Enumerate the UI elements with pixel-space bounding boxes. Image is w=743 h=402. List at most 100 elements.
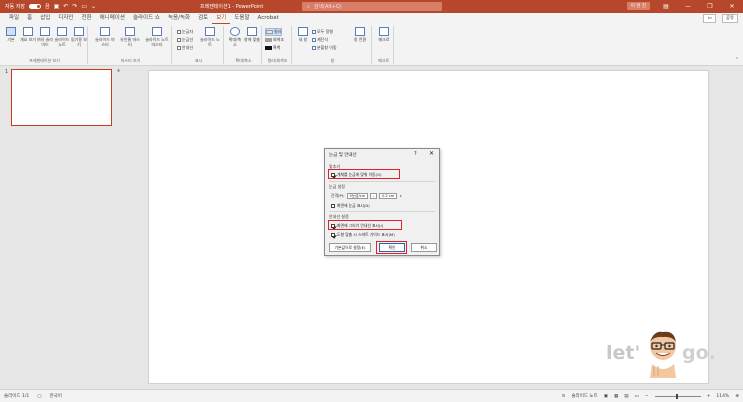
divider [329,211,435,212]
slides-pane: 1 ▲ [0,66,124,389]
spacing-select[interactable]: 5눈금/cm [346,193,369,199]
tab-design[interactable]: 디자인 [54,13,77,24]
guides-checkbox[interactable]: 안내선 [177,45,193,50]
tab-help[interactable]: 도움말 [230,13,253,24]
cascade-button[interactable]: 계단식 [312,37,328,42]
normal-view-button[interactable]: 기본 [3,27,19,42]
mascot-face-icon [650,331,676,378]
color-button[interactable]: 컬러 [265,28,283,36]
reading-view-status-icon[interactable]: ▤ [624,394,628,399]
search-box[interactable]: ⌕ 검색(Alt+Q) [302,2,442,11]
group-caption: 확대/축소 [235,58,252,63]
group-zoom: 확대/축소 창에 맞춤 확대/축소 [226,26,262,64]
share-button[interactable]: 공유 [721,14,738,23]
tab-file[interactable]: 파일 [5,13,23,24]
redo-icon[interactable]: ↷ [72,3,77,10]
spacing-dropdown-icon[interactable]: ⌄ [370,193,378,199]
tab-insert[interactable]: 삽입 [36,13,54,24]
help-icon[interactable]: ? [414,151,417,157]
smart-guides-option[interactable]: 도형 맞춤 시 스마트 가이드 표시(M) [331,232,395,238]
highlight-box [328,169,400,179]
handout-master-icon [125,27,135,36]
arrange-all-button[interactable]: 모두 정렬 [312,29,333,34]
undo-icon[interactable]: ↶ [63,3,68,10]
spacing-value-input[interactable]: 0.2 cm [379,193,398,199]
guides-check-box [177,45,181,50]
notes-master-icon [152,27,162,36]
group-caption: 창 [330,58,335,63]
scroll-up-icon[interactable]: ▲ [117,67,120,72]
save-icon[interactable]: ▣ [54,3,60,10]
collapse-ribbon-icon[interactable]: ⌃ [735,57,739,63]
zoom-in-icon[interactable]: + [707,394,711,399]
notes-status-icon[interactable]: ≡ [562,394,566,399]
close-window-icon[interactable]: ✕ [726,3,738,10]
accessibility-icon[interactable]: ▢ [37,394,41,399]
slide-count-status: 슬라이드 1/1 [4,394,30,399]
normal-view-status-icon[interactable]: ▣ [604,394,608,399]
sorter-view-status-icon[interactable]: ▦ [614,394,618,399]
reading-view-button[interactable]: 읽기용 보기 [71,27,87,47]
tab-view[interactable]: 보기 [212,14,231,24]
language-status[interactable]: 한국어 [50,393,62,399]
autosave-toggle[interactable] [29,4,41,9]
maximize-icon[interactable]: ❐ [704,3,716,10]
slide-sorter-button[interactable]: 여러 슬라이드 [37,27,53,47]
zoom-out-icon[interactable]: − [645,394,649,399]
spacing-row: 간격(P): 5눈금/cm ⌄ 0.2 cm ⇕ [331,193,402,199]
tab-review[interactable]: 검토 [194,13,212,24]
tab-home[interactable]: 홈 [23,13,36,24]
set-default-button[interactable]: 기본값으로 설정(E) [329,243,371,252]
group-presentation-views: 기본 개요 보기 여러 슬라이드 슬라이드 노트 읽기용 보기 프레젠테이션 보… [2,26,88,64]
grayscale-button[interactable]: 회색조 [265,37,284,43]
ruler-checkbox[interactable]: 눈금자 [177,29,193,34]
fit-to-window-button[interactable]: 창에 맞춤 [244,27,260,42]
slideshow-status-icon[interactable]: ▭ [635,394,639,399]
cascade-icon [312,37,316,42]
tab-acrobat[interactable]: Acrobat [254,13,283,24]
slide-master-button[interactable]: 슬라이드 마스터 [94,27,116,47]
slide-number: 1 [5,69,9,75]
new-window-button[interactable]: 새 창 [296,27,310,42]
ribbon-display-icon[interactable]: ▤ [660,3,672,10]
comments-button[interactable]: ▭ [703,14,716,23]
watermark-text-left: let' [606,342,641,364]
notes-toggle-button[interactable]: 슬라이드 노트 [200,27,220,47]
zoom-slider[interactable] [654,393,701,399]
close-icon[interactable]: ✕ [429,150,434,157]
zoom-level[interactable]: 114% [716,394,729,399]
slideshow-start-icon[interactable]: ▭ [81,3,87,10]
move-split-button[interactable]: 분할창 이동 [312,45,337,50]
minimize-icon[interactable]: — [682,3,694,10]
cancel-button[interactable]: 취소 [411,243,437,252]
handout-master-button[interactable]: 유인물 마스터 [119,27,141,47]
titlebar-right: 이 현 진 ▤ — ❐ ✕ [626,2,738,10]
show-grid-option[interactable]: 화면에 눈금 표시(D) [331,203,370,209]
divider [329,181,435,182]
gridlines-checkbox[interactable]: 눈금선 [177,37,193,42]
group-caption: 매크로 [377,58,390,63]
spinner-icon[interactable]: ⇕ [399,194,402,198]
tab-transitions[interactable]: 전환 [78,13,96,24]
window-title: 프레젠테이션1 - PowerPoint [200,4,264,10]
notes-page-button[interactable]: 슬라이드 노트 [54,27,70,47]
grid-section-label: 눈금 설정 [329,184,345,189]
outline-view-button[interactable]: 개요 보기 [20,27,36,42]
highlight-box [376,241,407,254]
fit-slide-icon[interactable]: ⊕ [735,394,739,399]
notes-master-button[interactable]: 슬라이드 노트 마스터 [144,27,170,47]
group-caption: 표시 [194,58,203,63]
customize-qat-icon[interactable]: ⌄ [91,3,96,10]
black-white-swatch [265,46,272,50]
tab-slideshow[interactable]: 슬라이드 쇼 [129,13,164,24]
zoom-button[interactable]: 확대/축소 [227,27,243,47]
tab-animations[interactable]: 애니메이션 [96,13,129,24]
black-white-button[interactable]: 흑백 [265,45,280,51]
tab-record[interactable]: 녹음/녹화 [164,13,194,24]
macros-button[interactable]: 매크로 [376,27,392,42]
switch-windows-button[interactable]: 창 전환 [350,27,370,42]
user-account[interactable]: 이 현 진 [626,2,650,10]
notes-status-button[interactable]: 슬라이드 노트 [571,393,597,399]
slide-thumbnail[interactable] [11,69,112,126]
group-master-views: 슬라이드 마스터 유인물 마스터 슬라이드 노트 마스터 마스터 보기 [90,26,172,64]
